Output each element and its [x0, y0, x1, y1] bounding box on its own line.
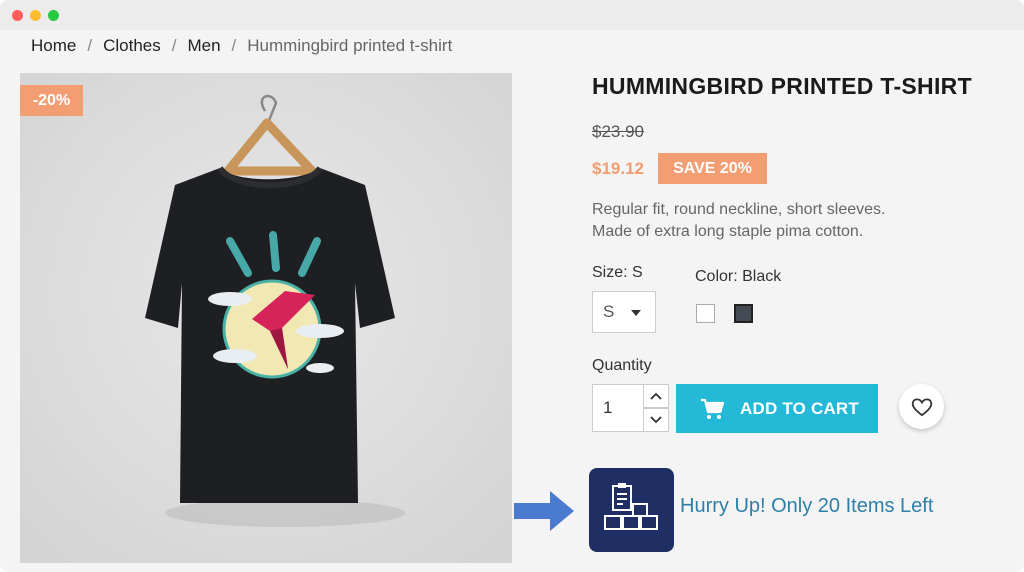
color-swatch-black[interactable]: [734, 304, 753, 323]
color-label: Color: Black: [695, 268, 782, 285]
heart-icon: [911, 397, 932, 416]
add-to-cart-label: ADD TO CART: [740, 398, 859, 418]
save-badge: SAVE 20%: [658, 153, 767, 184]
add-to-cart-button[interactable]: ADD TO CART: [676, 384, 878, 433]
breadcrumb-clothes[interactable]: Clothes: [103, 36, 161, 56]
size-label: Size: S: [592, 264, 643, 281]
product-title: HUMMINGBIRD PRINTED T-SHIRT: [592, 73, 972, 99]
arrow-right-icon: [514, 491, 574, 531]
title-bar: [0, 0, 1024, 30]
tshirt-illustration: [20, 73, 512, 563]
inventory-icon: [589, 468, 674, 552]
chevron-up-icon: [650, 392, 662, 400]
breadcrumb-current: Hummingbird printed t-shirt: [247, 36, 453, 55]
description-line: Made of extra long staple pima cotton.: [592, 223, 864, 240]
add-to-wishlist-button[interactable]: [899, 384, 944, 429]
quantity-input[interactable]: 1: [592, 384, 644, 432]
quantity-decrease-button[interactable]: [643, 408, 669, 432]
description-line: Regular fit, round neckline, short sleev…: [592, 201, 886, 218]
product-image[interactable]: [20, 73, 512, 563]
breadcrumb: Home / Clothes / Men / Hummingbird print…: [31, 36, 452, 56]
regular-price: $23.90: [592, 122, 644, 141]
cart-icon: [701, 398, 724, 419]
discount-badge: -20%: [20, 85, 83, 116]
stock-alert-message: Hurry Up! Only 20 Items Left: [680, 495, 934, 517]
color-swatch-white[interactable]: [696, 304, 715, 323]
minimize-window-button[interactable]: [30, 10, 41, 21]
browser-window: Home / Clothes / Men / Hummingbird print…: [0, 0, 1024, 572]
breadcrumb-men[interactable]: Men: [187, 36, 220, 56]
breadcrumb-separator: /: [171, 36, 177, 55]
quantity-label: Quantity: [592, 357, 652, 374]
caret-down-icon: [631, 310, 641, 316]
breadcrumb-home[interactable]: Home: [31, 36, 76, 56]
product-description: Regular fit, round neckline, short sleev…: [592, 199, 952, 243]
current-price: $19.12: [592, 159, 644, 178]
close-window-button[interactable]: [12, 10, 23, 21]
size-select[interactable]: S: [592, 291, 656, 333]
breadcrumb-separator: /: [231, 36, 237, 55]
chevron-down-icon: [650, 416, 662, 424]
quantity-increase-button[interactable]: [643, 384, 669, 408]
size-select-value: S: [603, 302, 615, 321]
maximize-window-button[interactable]: [48, 10, 59, 21]
breadcrumb-separator: /: [87, 36, 93, 55]
